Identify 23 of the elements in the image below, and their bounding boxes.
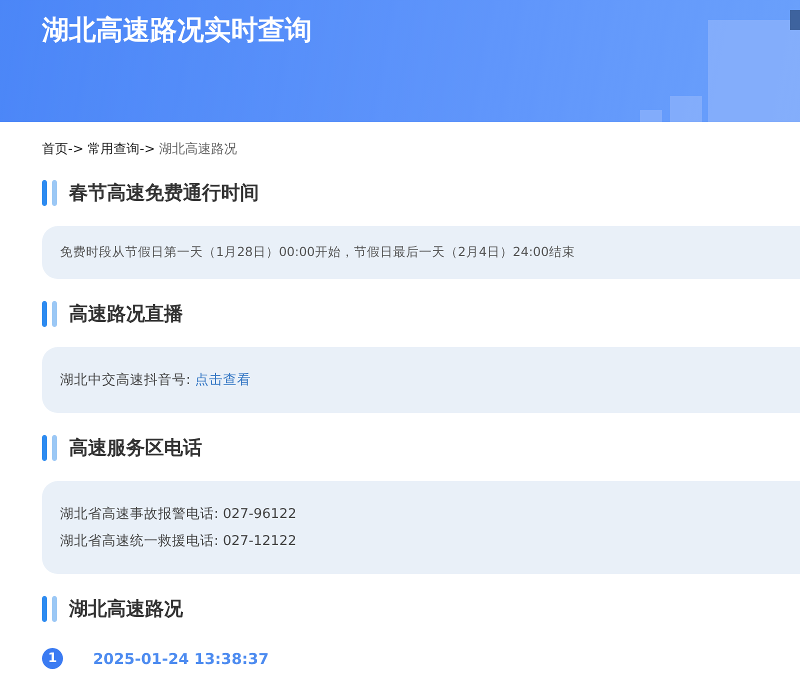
section-title: 春节高速免费通行时间 <box>69 181 259 206</box>
notice-text: 免费时段从节假日第一天（1月28日）00:00开始，节假日最后一天（2月4日）24:00结束 <box>60 244 576 261</box>
section-title: 湖北高速路况 <box>69 597 183 622</box>
accent-bar <box>42 435 47 461</box>
accent-bar <box>52 301 57 327</box>
breadcrumb-link[interactable]: 常用查询-> <box>88 140 156 158</box>
phone-line: 湖北省高速统一救援电话: 027-12122 <box>60 532 298 550</box>
breadcrumb-link[interactable]: 首页-> <box>42 140 84 158</box>
accent-bar <box>52 596 57 622</box>
accent-bar <box>42 180 47 206</box>
phone-line: 湖北省高速事故报警电话: 027-96122 <box>60 505 298 523</box>
accent-bar <box>52 435 57 461</box>
step-number: 1 <box>42 648 63 669</box>
accent-bar <box>52 180 57 206</box>
section-title: 高速服务区电话 <box>69 436 202 461</box>
page-title: 湖北高速路况实时查询 <box>42 14 312 48</box>
breadcrumb-current: 湖北高速路况 <box>159 141 238 158</box>
section-title: 高速路况直播 <box>69 302 183 327</box>
accent-bar <box>42 301 47 327</box>
account-line: 湖北中交高速抖音号: 点击查看 <box>60 371 252 389</box>
view-link[interactable]: 点击查看 <box>194 372 251 388</box>
accent-bar <box>42 596 47 622</box>
timestamp: 2025-01-24 13:38:37 <box>93 650 269 668</box>
